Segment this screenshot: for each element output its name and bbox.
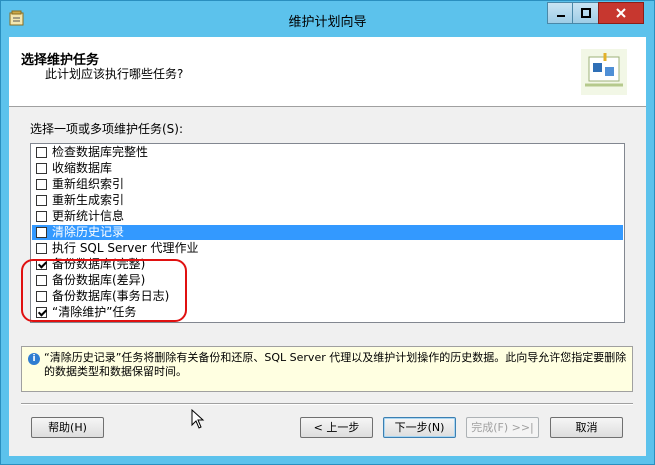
task-item-update-statistics[interactable]: 更新统计信息: [32, 209, 623, 224]
task-checkbox[interactable]: [36, 227, 47, 238]
task-item-history-cleanup[interactable]: 清除历史记录: [32, 225, 623, 240]
task-checkbox[interactable]: [36, 179, 47, 190]
help-button[interactable]: 帮助(H): [31, 417, 104, 438]
task-item-reorganize-index[interactable]: 重新组织索引: [32, 177, 623, 192]
task-label: 重新生成索引: [52, 193, 125, 207]
mouse-pointer-icon: [191, 409, 205, 429]
task-list-label: 选择一项或多项维护任务(S):: [30, 122, 184, 136]
minimize-icon: [556, 15, 565, 17]
task-label: 清除历史记录: [52, 225, 125, 239]
info-icon: i: [28, 353, 40, 365]
maximize-icon: [580, 8, 591, 18]
close-icon: [616, 8, 626, 18]
wizard-body: 选择维护任务 此计划应该执行哪些任务? 选择一项或多项维护任务(S): 检查数据…: [9, 37, 646, 456]
page-subtitle: 此计划应该执行哪些任务?: [45, 67, 184, 81]
title-bar[interactable]: 维护计划向导: [1, 1, 654, 37]
task-item-agent-job[interactable]: 执行 SQL Server 代理作业: [32, 241, 623, 256]
task-label: 收缩数据库: [52, 161, 113, 175]
task-checkbox[interactable]: [36, 243, 47, 254]
minimize-button[interactable]: [547, 2, 573, 24]
task-description: “清除历史记录”任务将删除有关备份和还原、SQL Server 代理以及维护计划…: [44, 351, 627, 378]
cancel-button[interactable]: 取消: [550, 417, 623, 438]
maintenance-wizard-icon: [581, 49, 627, 95]
task-checkbox[interactable]: [36, 163, 47, 174]
task-item-shrink-database[interactable]: 收缩数据库: [32, 161, 623, 176]
task-item-rebuild-index[interactable]: 重新生成索引: [32, 193, 623, 208]
task-checkbox[interactable]: [36, 195, 47, 206]
task-label: 更新统计信息: [52, 209, 125, 223]
task-item-check-integrity[interactable]: 检查数据库完整性: [32, 145, 623, 160]
wizard-window: 维护计划向导 选择维护任务 此计划应该执行哪些任务? 选择一项或多项维护任务(S…: [0, 0, 655, 465]
task-checkbox[interactable]: [36, 211, 47, 222]
task-label: 执行 SQL Server 代理作业: [52, 241, 199, 255]
finish-button[interactable]: 完成(F) >>|: [466, 417, 539, 438]
wizard-header: 选择维护任务 此计划应该执行哪些任务?: [9, 37, 646, 107]
close-button[interactable]: [598, 2, 644, 24]
task-description-box: i “清除历史记录”任务将删除有关备份和还原、SQL Server 代理以及维护…: [21, 346, 633, 392]
task-label: 重新组织索引: [52, 177, 125, 191]
next-button[interactable]: 下一步(N): [383, 417, 456, 438]
highlight-annotation: [21, 259, 187, 322]
maximize-button[interactable]: [572, 2, 598, 24]
task-label: 检查数据库完整性: [52, 145, 149, 159]
task-checkbox[interactable]: [36, 147, 47, 158]
back-button[interactable]: < 上一步: [300, 417, 373, 438]
divider: [21, 403, 633, 405]
